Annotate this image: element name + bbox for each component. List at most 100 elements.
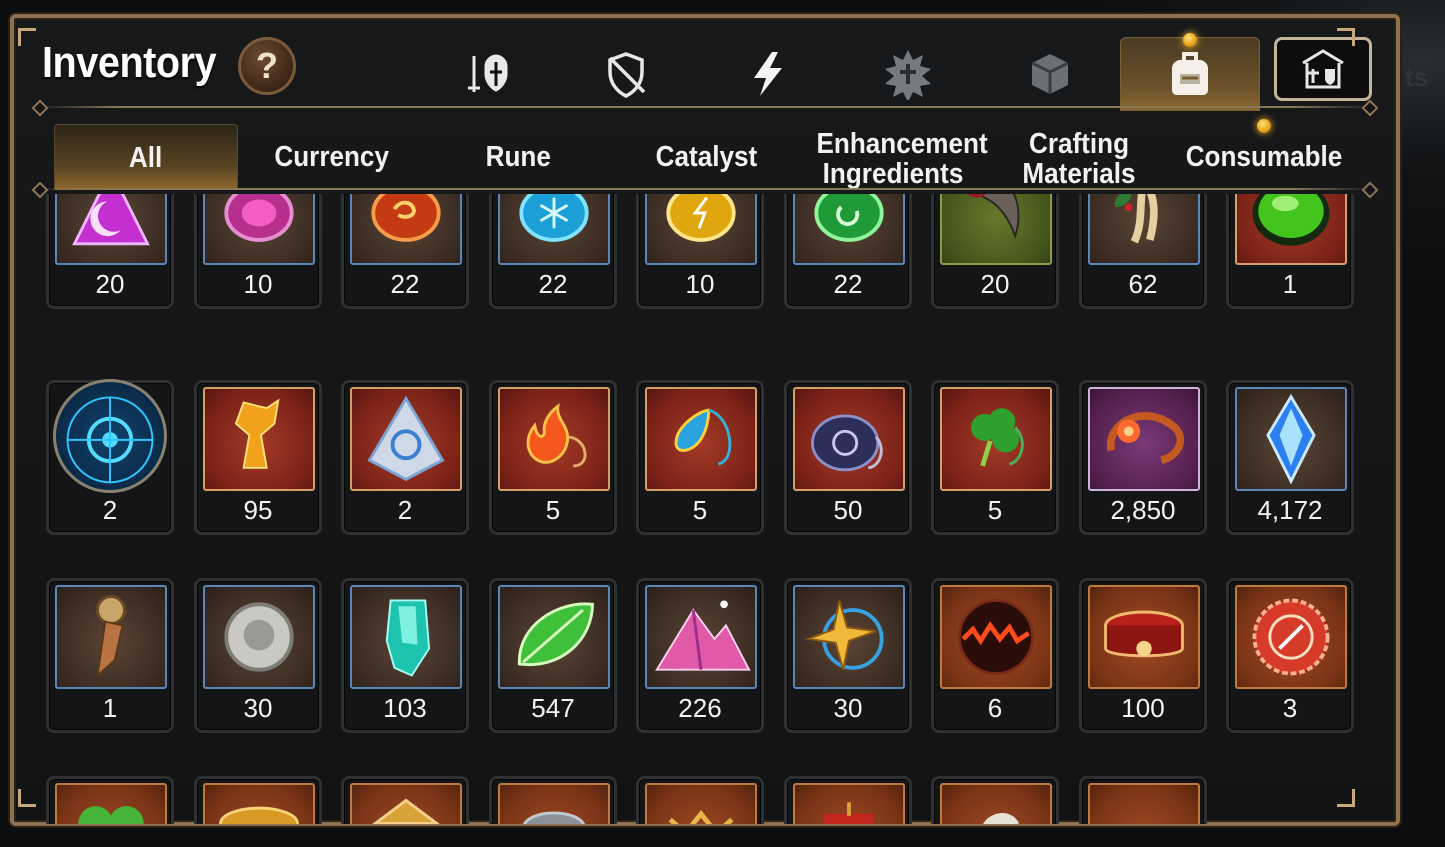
inventory-slot[interactable]: 5 bbox=[931, 380, 1059, 535]
spiral-pendant-icon bbox=[793, 387, 905, 491]
item-quantity: 22 bbox=[833, 269, 863, 299]
item-quantity: 3 bbox=[1282, 693, 1298, 723]
pink-mountain-dust-icon bbox=[645, 585, 757, 689]
inventory-slot[interactable]: 2,850 bbox=[1079, 380, 1207, 535]
item-quantity: 100 bbox=[1121, 693, 1165, 723]
clover-pendant-icon bbox=[940, 387, 1052, 491]
water-pendant-icon bbox=[645, 387, 757, 491]
inventory-slot[interactable] bbox=[46, 776, 174, 824]
item-quantity: 20 bbox=[980, 269, 1010, 299]
inventory-slot[interactable]: 1 bbox=[46, 578, 174, 733]
inventory-slot[interactable]: 103 bbox=[341, 578, 469, 733]
shop-icon[interactable] bbox=[1274, 37, 1372, 101]
inventory-slot[interactable]: 100 bbox=[1079, 578, 1207, 733]
inventory-slot[interactable]: 20 bbox=[46, 194, 174, 309]
inventory-slot[interactable]: 3 bbox=[1226, 578, 1354, 733]
item-quantity: 30 bbox=[243, 693, 273, 723]
tab-consumable[interactable]: Consumable bbox=[1172, 124, 1356, 190]
white-horse-icon bbox=[940, 783, 1052, 824]
inventory-slot[interactable]: 6 bbox=[931, 578, 1059, 733]
inventory-slot[interactable] bbox=[489, 776, 617, 824]
spiky-emblem-icon[interactable] bbox=[872, 38, 944, 110]
red-banner-icon bbox=[793, 783, 905, 824]
gold-coin-icon bbox=[203, 783, 315, 824]
item-quantity: 226 bbox=[678, 693, 722, 723]
tab-currency[interactable]: Currency bbox=[246, 124, 418, 190]
inventory-slot[interactable] bbox=[1079, 776, 1207, 824]
item-quantity: 2,850 bbox=[1110, 495, 1176, 525]
corner-ornament bbox=[1337, 28, 1355, 46]
inventory-slot[interactable]: 95 bbox=[194, 380, 322, 535]
inventory-slot[interactable] bbox=[341, 776, 469, 824]
help-button[interactable]: ? bbox=[238, 37, 296, 95]
inventory-slot[interactable]: 50 bbox=[784, 380, 912, 535]
inventory-slot[interactable]: 1 bbox=[1226, 194, 1354, 309]
green-potion-orb-icon bbox=[1235, 194, 1347, 265]
page-title: Inventory bbox=[42, 38, 217, 87]
item-quantity: 5 bbox=[692, 495, 708, 525]
tab-enhancement-ingredients[interactable]: Enhancement Ingredients bbox=[798, 124, 988, 190]
flower-ring-icon bbox=[1088, 387, 1200, 491]
inventory-slot[interactable]: 22 bbox=[489, 194, 617, 309]
inventory-slot[interactable]: 10 bbox=[194, 194, 322, 309]
purple-triangle-gem-icon bbox=[55, 194, 167, 265]
corner-ornament bbox=[18, 28, 36, 46]
header-divider bbox=[36, 106, 1374, 108]
inventory-slot[interactable]: 2 bbox=[46, 379, 174, 535]
tab-crafting-materials[interactable]: Crafting Materials bbox=[998, 124, 1160, 190]
claw-icon bbox=[940, 194, 1052, 265]
equipment-icon[interactable] bbox=[450, 38, 522, 110]
tab-rune[interactable]: Rune bbox=[432, 124, 604, 190]
inventory-slot[interactable]: 22 bbox=[341, 194, 469, 309]
item-quantity: 20 bbox=[95, 269, 125, 299]
inventory-slot[interactable]: 5 bbox=[489, 380, 617, 535]
inventory-slot[interactable] bbox=[931, 776, 1059, 824]
inventory-slot[interactable] bbox=[784, 776, 912, 824]
green-gem-icon bbox=[793, 194, 905, 265]
item-quantity: 22 bbox=[390, 269, 420, 299]
notification-dot bbox=[1257, 119, 1271, 133]
inventory-slot[interactable] bbox=[636, 776, 764, 824]
shield-off-icon[interactable] bbox=[590, 38, 662, 110]
inventory-slot[interactable]: 4,172 bbox=[1226, 380, 1354, 535]
inventory-slot[interactable]: 547 bbox=[489, 578, 617, 733]
item-quantity: 2 bbox=[397, 495, 413, 525]
item-quantity: 50 bbox=[833, 495, 863, 525]
item-grid: 20 10 22 22 10 22 20 62 1 2 95 2 5 5 50 5 2,850 4,172 1 30 1… bbox=[46, 194, 1366, 824]
red-orange-gem-icon bbox=[350, 194, 462, 265]
inventory-slot[interactable] bbox=[194, 776, 322, 824]
inventory-slot[interactable]: 20 bbox=[931, 194, 1059, 309]
item-quantity: 22 bbox=[538, 269, 568, 299]
tabs-divider bbox=[36, 188, 1374, 190]
corner-ornament bbox=[1337, 789, 1355, 807]
inventory-slot[interactable]: 2 bbox=[341, 380, 469, 535]
inventory-slot[interactable]: 226 bbox=[636, 578, 764, 733]
ginseng-root-icon bbox=[1088, 194, 1200, 265]
pink-gem-icon bbox=[203, 194, 315, 265]
item-quantity: 2 bbox=[102, 495, 118, 525]
cube-icon[interactable] bbox=[1014, 38, 1086, 110]
inventory-slot[interactable]: 30 bbox=[194, 578, 322, 733]
compass-key-icon bbox=[55, 585, 167, 689]
inventory-slot[interactable]: 10 bbox=[636, 194, 764, 309]
lightning-icon[interactable] bbox=[732, 38, 804, 110]
backpack-icon[interactable] bbox=[1154, 38, 1226, 110]
amber-crystal-icon bbox=[203, 387, 315, 491]
item-quantity: 10 bbox=[243, 269, 273, 299]
inventory-slot[interactable]: 22 bbox=[784, 194, 912, 309]
triangle-crystal-icon bbox=[350, 387, 462, 491]
item-quantity: 95 bbox=[243, 495, 273, 525]
tab-catalyst[interactable]: Catalyst bbox=[618, 124, 794, 190]
item-quantity: 10 bbox=[685, 269, 715, 299]
inventory-slot[interactable]: 30 bbox=[784, 578, 912, 733]
item-quantity: 1 bbox=[102, 693, 118, 723]
inventory-slot[interactable]: 5 bbox=[636, 380, 764, 535]
background-ghost-text: ts bbox=[1405, 62, 1429, 92]
blue-rune-disc-icon bbox=[53, 379, 167, 493]
inventory-slot[interactable]: 62 bbox=[1079, 194, 1207, 309]
item-quantity: 547 bbox=[531, 693, 575, 723]
blue-snowflake-gem-icon bbox=[498, 194, 610, 265]
star-pendant-icon bbox=[793, 585, 905, 689]
tab-all[interactable]: All bbox=[54, 124, 238, 190]
red-bow-icon bbox=[1088, 783, 1200, 824]
